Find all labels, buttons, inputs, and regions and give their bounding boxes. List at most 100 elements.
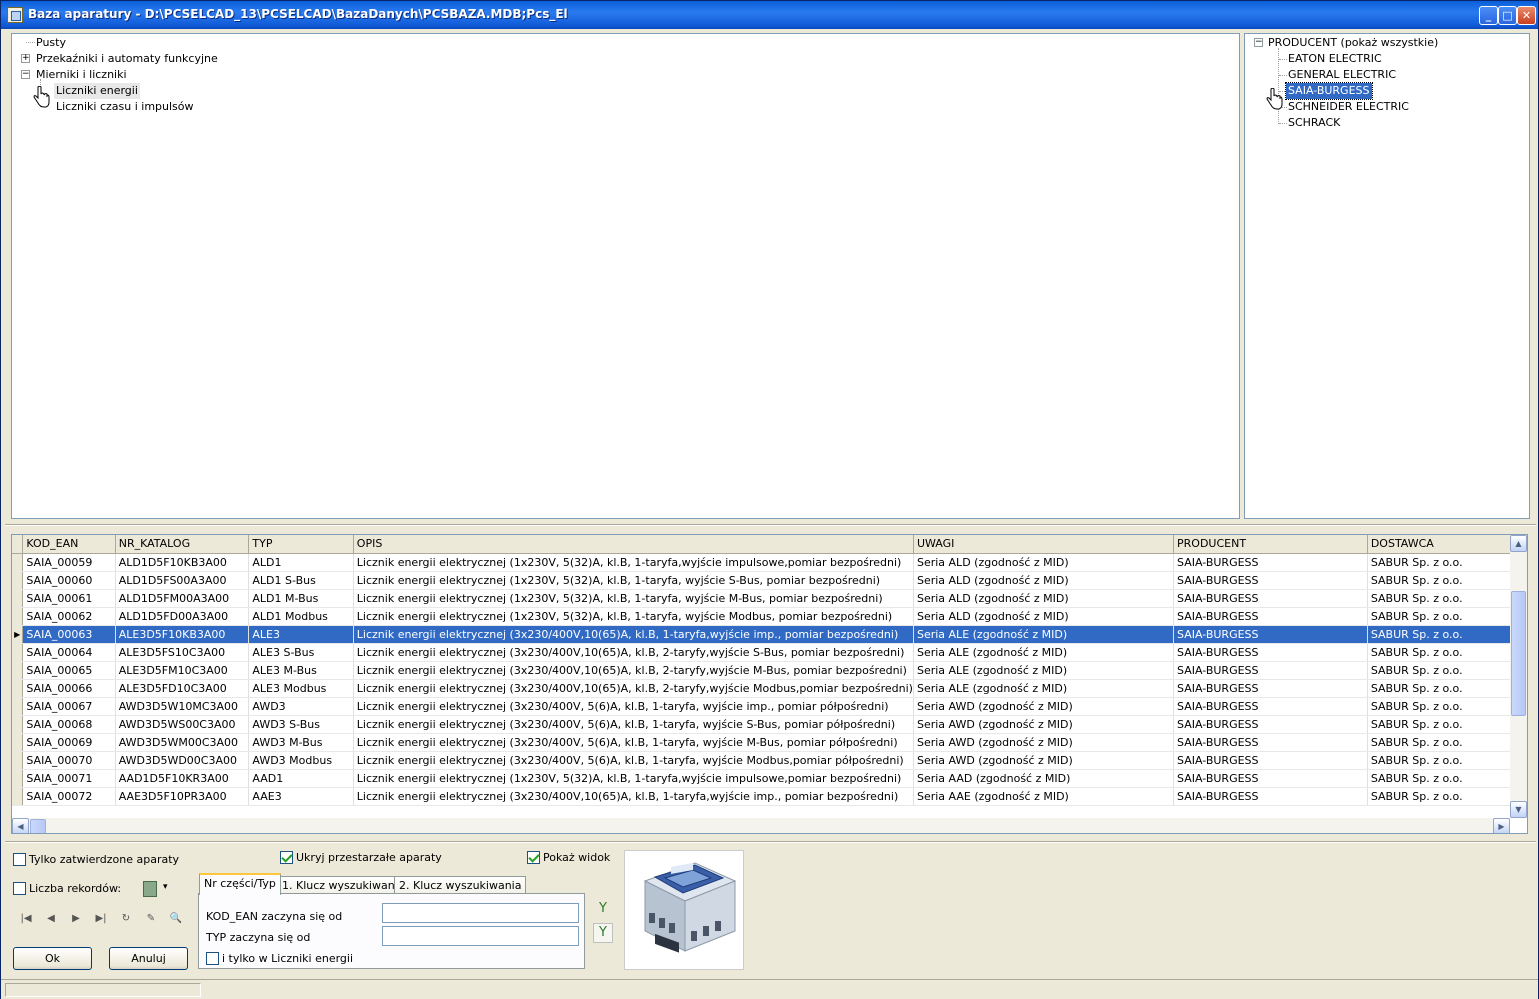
row-indicator[interactable]	[12, 553, 24, 572]
cell-opis[interactable]: Licznik energii elektrycznej (3x230/400V…	[353, 643, 914, 662]
cell-kod-ean[interactable]: SAIA_00072	[22, 787, 116, 806]
cell-nr-katalog[interactable]: ALE3D5FD10C3A00	[115, 679, 250, 698]
cell-nr-katalog[interactable]: ALD1D5FD00A3A00	[115, 607, 250, 626]
only-approved-checkbox[interactable]	[13, 853, 26, 866]
cell-uwagi[interactable]: Seria ALE (zgodność z MID)	[913, 661, 1175, 680]
cell-typ[interactable]: AWD3 M-Bus	[248, 733, 354, 752]
row-indicator[interactable]	[12, 571, 24, 590]
row-indicator[interactable]	[12, 589, 24, 608]
ok-button[interactable]: Ok	[13, 947, 92, 970]
cell-typ[interactable]: ALD1 Modbus	[248, 607, 354, 626]
cell-typ[interactable]: ALD1 M-Bus	[248, 589, 354, 608]
cell-kod-ean[interactable]: SAIA_00064	[22, 643, 116, 662]
cell-producent[interactable]: SAIA-BURGESS	[1173, 787, 1368, 806]
apply-filter-icon[interactable]: Y	[593, 900, 613, 920]
col-header-opis[interactable]: OPIS	[353, 535, 914, 554]
cell-opis[interactable]: Licznik energii elektrycznej (1x230V, 5(…	[353, 571, 914, 590]
row-indicator[interactable]	[12, 679, 24, 698]
cell-nr-katalog[interactable]: ALD1D5FS00A3A00	[115, 571, 250, 590]
cell-dostawca[interactable]: SABUR Sp. z o.o.	[1367, 571, 1527, 590]
table-row[interactable]: SAIA_00071 AAD1D5F10KR3A00 AAD1 Licznik ene…	[12, 769, 1527, 788]
cancel-button[interactable]: Anuluj	[109, 947, 188, 970]
row-indicator[interactable]	[12, 661, 24, 680]
cell-dostawca[interactable]: SABUR Sp. z o.o.	[1367, 733, 1527, 752]
tree-item-schrack[interactable]: SCHRACK	[1288, 115, 1340, 131]
table-row[interactable]: SAIA_00070 AWD3D5WD00C3A00 AWD3 Modbus Licz…	[12, 751, 1527, 770]
tree-item-liczniki-czasu[interactable]: Liczniki czasu i impulsów	[56, 99, 194, 115]
collapse-icon[interactable]: −	[21, 70, 30, 79]
cell-dostawca[interactable]: SABUR Sp. z o.o.	[1367, 661, 1527, 680]
cell-dostawca[interactable]: SABUR Sp. z o.o.	[1367, 715, 1527, 734]
cell-producent[interactable]: SAIA-BURGESS	[1173, 697, 1368, 716]
cell-typ[interactable]: ALE3 S-Bus	[248, 643, 354, 662]
cell-kod-ean[interactable]: SAIA_00067	[22, 697, 116, 716]
row-indicator[interactable]	[12, 733, 24, 752]
row-indicator[interactable]	[12, 643, 24, 662]
cell-producent[interactable]: SAIA-BURGESS	[1173, 643, 1368, 662]
hscroll-thumb[interactable]	[30, 819, 46, 833]
find-icon[interactable]: 🔍	[169, 912, 183, 926]
cell-nr-katalog[interactable]: AWD3D5WM00C3A00	[115, 733, 250, 752]
prev-record-icon[interactable]: ◀	[44, 912, 58, 926]
cell-kod-ean[interactable]: SAIA_00071	[22, 769, 116, 788]
edit-icon[interactable]: ✎	[144, 912, 158, 926]
cell-nr-katalog[interactable]: AWD3D5W10MC3A00	[115, 697, 250, 716]
col-header-dostawca[interactable]: DOSTAWCA	[1367, 535, 1527, 554]
cell-kod-ean[interactable]: SAIA_00065	[22, 661, 116, 680]
vertical-scrollbar[interactable]: ▲ ▼	[1510, 535, 1527, 818]
dropdown-arrow-icon[interactable]: ▾	[163, 882, 168, 892]
category-tree[interactable]: Pusty + Przekaźniki i automaty funkcyjne…	[11, 33, 1240, 519]
filter-icon[interactable]: Y	[593, 923, 613, 943]
cell-nr-katalog[interactable]: AWD3D5WD00C3A00	[115, 751, 250, 770]
row-indicator[interactable]	[12, 607, 24, 626]
tree-item-liczniki-energii[interactable]: Liczniki energii	[54, 83, 140, 99]
row-indicator[interactable]	[12, 697, 24, 716]
row-indicator[interactable]	[12, 715, 24, 734]
cell-typ[interactable]: ALD1	[248, 553, 354, 572]
cell-uwagi[interactable]: Seria AWD (zgodność z MID)	[913, 751, 1175, 770]
horizontal-scrollbar[interactable]: ◀ ▶	[12, 818, 1510, 833]
row-indicator[interactable]: ▶	[12, 625, 24, 644]
cell-opis[interactable]: Licznik energii elektrycznej (3x230/400V…	[353, 679, 914, 698]
record-count-checkbox[interactable]	[13, 882, 26, 895]
cell-producent[interactable]: SAIA-BURGESS	[1173, 679, 1368, 698]
cell-producent[interactable]: SAIA-BURGESS	[1173, 571, 1368, 590]
cell-opis[interactable]: Licznik energii elektrycznej (3x230/400V…	[353, 661, 914, 680]
cell-opis[interactable]: Licznik energii elektrycznej (3x230/400V…	[353, 733, 914, 752]
cell-kod-ean[interactable]: SAIA_00061	[22, 589, 116, 608]
cell-nr-katalog[interactable]: AWD3D5WS00C3A00	[115, 715, 250, 734]
first-record-icon[interactable]: |◀	[19, 912, 33, 926]
producer-tree[interactable]: − PRODUCENT (pokaż wszystkie) EATON ELEC…	[1244, 33, 1530, 519]
table-row[interactable]: SAIA_00065 ALE3D5FM10C3A00 ALE3 M-Bus Liczn…	[12, 661, 1527, 680]
scroll-thumb[interactable]	[1511, 591, 1526, 716]
minimize-button[interactable]: _	[1479, 6, 1498, 25]
cell-nr-katalog[interactable]: ALE3D5FM10C3A00	[115, 661, 250, 680]
cell-typ[interactable]: AWD3	[248, 697, 354, 716]
table-row[interactable]: SAIA_00061 ALD1D5FM00A3A00 ALD1 M-Bus Liczn…	[12, 589, 1527, 608]
cell-kod-ean[interactable]: SAIA_00062	[22, 607, 116, 626]
cell-producent[interactable]: SAIA-BURGESS	[1173, 715, 1368, 734]
table-row[interactable]: SAIA_00064 ALE3D5FS10C3A00 ALE3 S-Bus Liczn…	[12, 643, 1527, 662]
cell-uwagi[interactable]: Seria AWD (zgodność z MID)	[913, 733, 1175, 752]
table-row[interactable]: SAIA_00067 AWD3D5W10MC3A00 AWD3 Licznik ene…	[12, 697, 1527, 716]
cell-kod-ean[interactable]: SAIA_00063	[22, 625, 116, 644]
cell-typ[interactable]: AWD3 Modbus	[248, 751, 354, 770]
cell-producent[interactable]: SAIA-BURGESS	[1173, 769, 1368, 788]
col-header-nr-katalog[interactable]: NR_KATALOG	[115, 535, 250, 554]
typ-input[interactable]	[382, 926, 579, 946]
scroll-left-icon[interactable]: ◀	[12, 818, 29, 833]
cell-nr-katalog[interactable]: ALE3D5FS10C3A00	[115, 643, 250, 662]
cell-nr-katalog[interactable]: AAE3D5F10PR3A00	[115, 787, 250, 806]
row-indicator[interactable]	[12, 787, 24, 806]
maximize-button[interactable]: □	[1498, 6, 1517, 25]
cell-opis[interactable]: Licznik energii elektrycznej (3x230/400V…	[353, 751, 914, 770]
cell-dostawca[interactable]: SABUR Sp. z o.o.	[1367, 589, 1527, 608]
cell-typ[interactable]: ALE3 M-Bus	[248, 661, 354, 680]
cell-dostawca[interactable]: SABUR Sp. z o.o.	[1367, 643, 1527, 662]
cell-kod-ean[interactable]: SAIA_00068	[22, 715, 116, 734]
cell-typ[interactable]: AAE3	[248, 787, 354, 806]
cell-dostawca[interactable]: SABUR Sp. z o.o.	[1367, 751, 1527, 770]
last-record-icon[interactable]: ▶|	[94, 912, 108, 926]
cell-uwagi[interactable]: Seria ALE (zgodność z MID)	[913, 679, 1175, 698]
row-indicator[interactable]	[12, 769, 24, 788]
